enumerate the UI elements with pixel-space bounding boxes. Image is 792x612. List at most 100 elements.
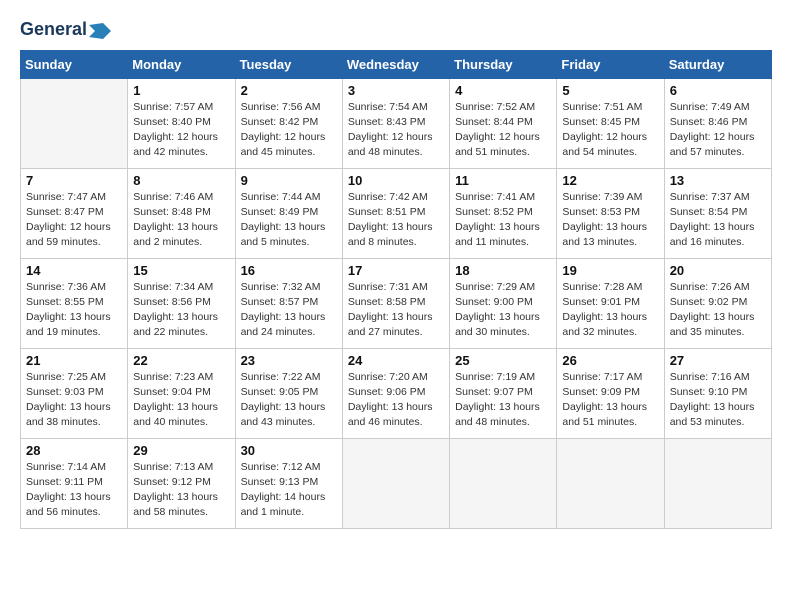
day-info: Sunrise: 7:26 AMSunset: 9:02 PMDaylight:… <box>670 280 766 341</box>
calendar-day-cell: 12 Sunrise: 7:39 AMSunset: 8:53 PMDayligh… <box>557 168 664 258</box>
day-number: 29 <box>133 443 229 458</box>
day-of-week-header: Sunday <box>21 50 128 78</box>
day-number: 16 <box>241 263 337 278</box>
calendar-table: SundayMondayTuesdayWednesdayThursdayFrid… <box>20 50 772 529</box>
day-number: 8 <box>133 173 229 188</box>
day-number: 14 <box>26 263 122 278</box>
day-info: Sunrise: 7:28 AMSunset: 9:01 PMDaylight:… <box>562 280 658 341</box>
calendar-week-row: 7 Sunrise: 7:47 AMSunset: 8:47 PMDaylight… <box>21 168 772 258</box>
day-number: 27 <box>670 353 766 368</box>
calendar-day-cell: 10 Sunrise: 7:42 AMSunset: 8:51 PMDayligh… <box>342 168 449 258</box>
calendar-day-cell <box>664 438 771 528</box>
day-of-week-header: Saturday <box>664 50 771 78</box>
day-of-week-header: Wednesday <box>342 50 449 78</box>
calendar-day-cell: 23 Sunrise: 7:22 AMSunset: 9:05 PMDayligh… <box>235 348 342 438</box>
day-number: 20 <box>670 263 766 278</box>
day-number: 13 <box>670 173 766 188</box>
day-info: Sunrise: 7:19 AMSunset: 9:07 PMDaylight:… <box>455 370 551 431</box>
calendar-day-cell: 20 Sunrise: 7:26 AMSunset: 9:02 PMDayligh… <box>664 258 771 348</box>
day-info: Sunrise: 7:46 AMSunset: 8:48 PMDaylight:… <box>133 190 229 251</box>
day-number: 18 <box>455 263 551 278</box>
calendar-day-cell: 19 Sunrise: 7:28 AMSunset: 9:01 PMDayligh… <box>557 258 664 348</box>
day-number: 11 <box>455 173 551 188</box>
day-info: Sunrise: 7:22 AMSunset: 9:05 PMDaylight:… <box>241 370 337 431</box>
day-info: Sunrise: 7:57 AMSunset: 8:40 PMDaylight:… <box>133 100 229 161</box>
day-info: Sunrise: 7:25 AMSunset: 9:03 PMDaylight:… <box>26 370 122 431</box>
day-of-week-header: Friday <box>557 50 664 78</box>
day-info: Sunrise: 7:37 AMSunset: 8:54 PMDaylight:… <box>670 190 766 251</box>
day-info: Sunrise: 7:56 AMSunset: 8:42 PMDaylight:… <box>241 100 337 161</box>
day-number: 26 <box>562 353 658 368</box>
day-number: 19 <box>562 263 658 278</box>
calendar-day-cell <box>21 78 128 168</box>
calendar-day-cell: 3 Sunrise: 7:54 AMSunset: 8:43 PMDaylight… <box>342 78 449 168</box>
day-number: 17 <box>348 263 444 278</box>
day-info: Sunrise: 7:49 AMSunset: 8:46 PMDaylight:… <box>670 100 766 161</box>
calendar-day-cell: 26 Sunrise: 7:17 AMSunset: 9:09 PMDayligh… <box>557 348 664 438</box>
day-number: 10 <box>348 173 444 188</box>
calendar-day-cell: 17Sunrise: 7:31 AMSunset: 8:58 PMDayligh… <box>342 258 449 348</box>
day-info: Sunrise: 7:44 AMSunset: 8:49 PMDaylight:… <box>241 190 337 251</box>
day-info: Sunrise: 7:14 AMSunset: 9:11 PMDaylight:… <box>26 460 122 521</box>
day-info: Sunrise: 7:41 AMSunset: 8:52 PMDaylight:… <box>455 190 551 251</box>
day-number: 12 <box>562 173 658 188</box>
calendar-day-cell: 22 Sunrise: 7:23 AMSunset: 9:04 PMDayligh… <box>128 348 235 438</box>
calendar-week-row: 28Sunrise: 7:14 AMSunset: 9:11 PMDayligh… <box>21 438 772 528</box>
day-info: Sunrise: 7:36 AMSunset: 8:55 PMDaylight:… <box>26 280 122 341</box>
calendar-body: 1 Sunrise: 7:57 AMSunset: 8:40 PMDaylight… <box>21 78 772 528</box>
day-number: 3 <box>348 83 444 98</box>
day-info: Sunrise: 7:32 AMSunset: 8:57 PMDaylight:… <box>241 280 337 341</box>
calendar-day-cell <box>557 438 664 528</box>
day-info: Sunrise: 7:20 AMSunset: 9:06 PMDaylight:… <box>348 370 444 431</box>
day-number: 21 <box>26 353 122 368</box>
day-number: 23 <box>241 353 337 368</box>
day-info: Sunrise: 7:23 AMSunset: 9:04 PMDaylight:… <box>133 370 229 431</box>
calendar-day-cell: 27 Sunrise: 7:16 AMSunset: 9:10 PMDayligh… <box>664 348 771 438</box>
day-info: Sunrise: 7:16 AMSunset: 9:10 PMDaylight:… <box>670 370 766 431</box>
day-info: Sunrise: 7:39 AMSunset: 8:53 PMDaylight:… <box>562 190 658 251</box>
day-number: 9 <box>241 173 337 188</box>
calendar-day-cell: 24 Sunrise: 7:20 AMSunset: 9:06 PMDayligh… <box>342 348 449 438</box>
calendar-day-cell: 4 Sunrise: 7:52 AMSunset: 8:44 PMDaylight… <box>450 78 557 168</box>
calendar-day-cell: 1 Sunrise: 7:57 AMSunset: 8:40 PMDaylight… <box>128 78 235 168</box>
calendar-day-cell: 16 Sunrise: 7:32 AMSunset: 8:57 PMDayligh… <box>235 258 342 348</box>
day-number: 5 <box>562 83 658 98</box>
calendar-week-row: 1 Sunrise: 7:57 AMSunset: 8:40 PMDaylight… <box>21 78 772 168</box>
calendar-day-cell: 14 Sunrise: 7:36 AMSunset: 8:55 PMDayligh… <box>21 258 128 348</box>
day-info: Sunrise: 7:17 AMSunset: 9:09 PMDaylight:… <box>562 370 658 431</box>
calendar-day-cell: 5Sunrise: 7:51 AMSunset: 8:45 PMDaylight… <box>557 78 664 168</box>
day-of-week-header: Monday <box>128 50 235 78</box>
day-info: Sunrise: 7:34 AMSunset: 8:56 PMDaylight:… <box>133 280 229 341</box>
day-number: 15 <box>133 263 229 278</box>
day-of-week-header: Tuesday <box>235 50 342 78</box>
logo-bird-icon <box>89 23 111 39</box>
day-number: 7 <box>26 173 122 188</box>
calendar-day-cell: 11 Sunrise: 7:41 AMSunset: 8:52 PMDayligh… <box>450 168 557 258</box>
day-info: Sunrise: 7:13 AMSunset: 9:12 PMDaylight:… <box>133 460 229 521</box>
day-number: 4 <box>455 83 551 98</box>
calendar-day-cell: 21 Sunrise: 7:25 AMSunset: 9:03 PMDayligh… <box>21 348 128 438</box>
day-info: Sunrise: 7:52 AMSunset: 8:44 PMDaylight:… <box>455 100 551 161</box>
calendar-day-cell: 13 Sunrise: 7:37 AMSunset: 8:54 PMDayligh… <box>664 168 771 258</box>
calendar-day-cell <box>450 438 557 528</box>
calendar-day-cell: 28Sunrise: 7:14 AMSunset: 9:11 PMDayligh… <box>21 438 128 528</box>
calendar-header-row: SundayMondayTuesdayWednesdayThursdayFrid… <box>21 50 772 78</box>
calendar-week-row: 21 Sunrise: 7:25 AMSunset: 9:03 PMDayligh… <box>21 348 772 438</box>
page-header: General <box>20 20 772 40</box>
day-number: 25 <box>455 353 551 368</box>
day-number: 30 <box>241 443 337 458</box>
day-info: Sunrise: 7:54 AMSunset: 8:43 PMDaylight:… <box>348 100 444 161</box>
day-number: 24 <box>348 353 444 368</box>
day-number: 22 <box>133 353 229 368</box>
calendar-day-cell: 6Sunrise: 7:49 AMSunset: 8:46 PMDaylight… <box>664 78 771 168</box>
day-info: Sunrise: 7:42 AMSunset: 8:51 PMDaylight:… <box>348 190 444 251</box>
calendar-day-cell: 30 Sunrise: 7:12 AMSunset: 9:13 PMDayligh… <box>235 438 342 528</box>
day-info: Sunrise: 7:29 AMSunset: 9:00 PMDaylight:… <box>455 280 551 341</box>
calendar-day-cell <box>342 438 449 528</box>
day-number: 1 <box>133 83 229 98</box>
calendar-day-cell: 9 Sunrise: 7:44 AMSunset: 8:49 PMDaylight… <box>235 168 342 258</box>
day-info: Sunrise: 7:12 AMSunset: 9:13 PMDaylight:… <box>241 460 337 521</box>
calendar-day-cell: 18 Sunrise: 7:29 AMSunset: 9:00 PMDayligh… <box>450 258 557 348</box>
calendar-day-cell: 29 Sunrise: 7:13 AMSunset: 9:12 PMDayligh… <box>128 438 235 528</box>
day-info: Sunrise: 7:47 AMSunset: 8:47 PMDaylight:… <box>26 190 122 251</box>
